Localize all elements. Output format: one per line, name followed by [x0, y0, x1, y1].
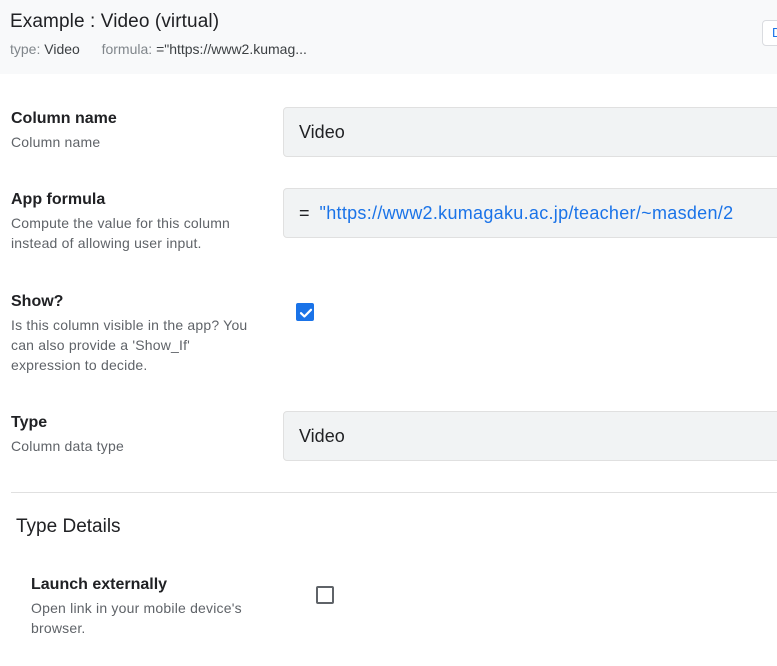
column-name-input[interactable]: Video	[283, 107, 777, 157]
type-select[interactable]: Video	[283, 411, 777, 461]
type-value: Video	[44, 41, 80, 57]
column-name-label: Column name	[11, 110, 117, 127]
column-meta: type: Video formula: ="https://www2.kuma…	[10, 41, 307, 57]
type-label: Type	[11, 414, 48, 431]
formula-key: formula:	[101, 41, 153, 57]
launch-externally-description: Open link in your mobile device's browse…	[31, 600, 242, 636]
column-header: Example : Video (virtual) type: Video fo…	[0, 0, 777, 74]
formula-expression: "https://www2.kumagaku.ac.jp/teacher/~ma…	[319, 203, 734, 223]
formula-equals-sign: =	[299, 203, 310, 223]
type-key: type:	[10, 41, 41, 57]
app-formula-description: Compute the value for this column instea…	[11, 215, 231, 251]
formula-value: ="https://www2.kumag...	[156, 41, 307, 57]
section-divider	[11, 492, 777, 493]
column-editor-page: Example : Video (virtual) type: Video fo…	[0, 0, 777, 666]
launch-externally-checkbox[interactable]	[316, 586, 334, 604]
column-name-description: Column name	[11, 134, 101, 150]
show-description: Is this column visible in the app? You c…	[11, 317, 248, 373]
show-label: Show?	[11, 293, 64, 310]
launch-externally-label: Launch externally	[31, 576, 168, 593]
show-checkbox[interactable]	[296, 303, 314, 321]
header-action-button[interactable]: D	[762, 20, 777, 46]
column-title: Example : Video (virtual)	[10, 11, 220, 32]
app-formula-input[interactable]: = "https://www2.kumagaku.ac.jp/teacher/~m…	[283, 188, 777, 238]
type-details-heading: Type Details	[16, 516, 121, 537]
app-formula-label: App formula	[11, 191, 106, 208]
type-description: Column data type	[11, 438, 124, 454]
check-icon	[299, 308, 313, 318]
